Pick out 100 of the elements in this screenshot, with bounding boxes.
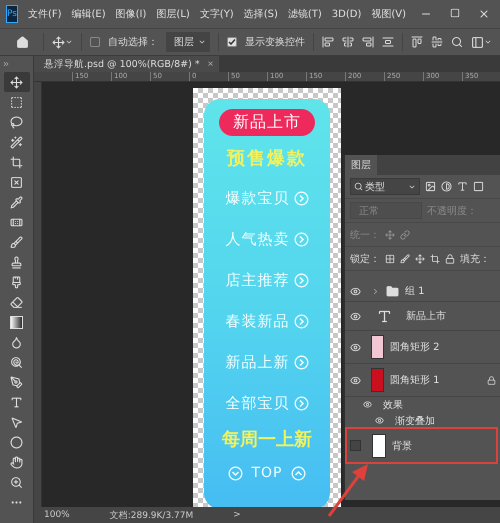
menu-item[interactable]: 3D(D) — [332, 8, 362, 20]
pen-icon[interactable] — [10, 376, 23, 388]
layer-row[interactable]: 组 1 — [345, 281, 500, 302]
status-arrow[interactable]: > — [233, 510, 241, 520]
layer-name: 渐变叠加 — [395, 414, 435, 428]
type-icon[interactable] — [10, 396, 23, 408]
move-icon[interactable] — [52, 36, 65, 48]
maximize-icon[interactable] — [450, 8, 460, 18]
brush-icon[interactable] — [10, 236, 23, 248]
expand-caret-icon[interactable] — [371, 286, 380, 296]
lock-paint-icon[interactable] — [400, 254, 410, 264]
auto-select-checkbox[interactable] — [90, 37, 100, 47]
move-icon[interactable] — [10, 76, 23, 88]
layer-row[interactable]: 圆角矩形 1 — [345, 364, 500, 397]
visibility-toggle[interactable] — [350, 440, 361, 451]
show-transform-checkbox[interactable] — [227, 37, 237, 47]
text-layer-icon — [377, 308, 392, 324]
image-filter-icon[interactable] — [425, 181, 436, 192]
frame-icon[interactable] — [10, 176, 23, 188]
folder-icon — [386, 284, 399, 298]
app-logo: Ps — [6, 5, 18, 23]
crop-icon[interactable] — [10, 156, 23, 168]
panel-icon[interactable] — [471, 36, 484, 48]
down-circle-icon — [228, 466, 244, 480]
distribute-button[interactable] — [382, 36, 394, 48]
lasso-icon[interactable] — [10, 116, 23, 128]
move-tool-button[interactable] — [52, 36, 73, 48]
stamp-icon[interactable] — [10, 256, 23, 268]
zoom-level: 100% — [44, 510, 70, 520]
menu-item[interactable]: 文件(F) — [28, 7, 62, 21]
eraser-icon[interactable] — [10, 296, 23, 308]
bandage-icon[interactable] — [10, 216, 23, 228]
type-filter-icon[interactable] — [457, 181, 468, 192]
search-icon[interactable] — [354, 182, 363, 191]
menu-item[interactable]: 文字(Y) — [200, 7, 234, 21]
caret-icon[interactable] — [198, 38, 206, 46]
chevron-circle-icon — [294, 396, 308, 411]
hand-icon[interactable] — [10, 456, 23, 468]
wand-icon[interactable] — [10, 136, 23, 148]
pointer-icon[interactable] — [10, 416, 23, 428]
home-button[interactable] — [16, 36, 29, 48]
fill-label: 填充： — [460, 252, 490, 266]
layer-name: 圆角矩形 2 — [390, 341, 440, 354]
close-icon[interactable] — [478, 8, 490, 20]
adjustment-filter-icon[interactable] — [441, 181, 452, 192]
filter-field[interactable]: 类型 — [350, 178, 420, 195]
lock-move-icon[interactable] — [415, 254, 425, 264]
move-tool-button[interactable] — [4, 72, 30, 92]
caret-icon[interactable] — [484, 38, 492, 46]
unify-link-icon[interactable] — [400, 230, 410, 240]
layer-row[interactable]: 背景 — [345, 429, 500, 463]
shape-filter-icon[interactable] — [473, 181, 484, 192]
layer-name: 背景 — [392, 440, 412, 452]
lollipop-icon[interactable] — [10, 356, 23, 368]
gradient-icon[interactable] — [10, 316, 23, 328]
align-center-button[interactable] — [342, 36, 354, 48]
panel-tab[interactable]: 图层 — [345, 155, 377, 175]
nav-heading: 预售爆款 — [227, 147, 307, 170]
align-left-button[interactable] — [322, 36, 334, 48]
menu-item[interactable]: 选择(S) — [244, 7, 278, 21]
layer-name: 组 1 — [405, 285, 425, 298]
brush-icon[interactable] — [10, 276, 23, 288]
tab-close-button[interactable]: × — [208, 58, 214, 70]
effect-row[interactable]: 渐变叠加 — [345, 413, 500, 429]
layer-row[interactable]: 圆角矩形 2 — [345, 331, 500, 364]
layer-row[interactable]: 新品上市 — [345, 302, 500, 331]
expand-icon[interactable] — [2, 60, 10, 68]
layer-name: 新品上市 — [406, 310, 446, 323]
lock-all-icon[interactable] — [445, 254, 455, 264]
new-arrivals-badge: 新品上市 — [219, 109, 315, 136]
document-tab[interactable]: 悬浮导航.psd @ 100%(RGB/8#) * × — [34, 56, 220, 72]
chevron-circle-icon — [294, 191, 308, 206]
ellipse-icon[interactable] — [10, 436, 23, 448]
menu-item[interactable]: 视图(V) — [371, 7, 406, 21]
align-top-button[interactable] — [411, 36, 423, 48]
up-circle-icon — [290, 466, 306, 480]
lock-artboard-icon[interactable] — [430, 254, 440, 264]
search-button[interactable] — [451, 36, 463, 48]
target-dropdown[interactable]: 图层 — [166, 32, 210, 52]
menu-item[interactable]: 图层(L) — [156, 7, 190, 21]
menu-item[interactable]: 图像(I) — [116, 7, 146, 21]
checkbox-label: 显示变换控件 — [245, 36, 305, 49]
nav-footer: 每周一上新 — [222, 427, 312, 451]
droplet-icon[interactable] — [10, 336, 23, 348]
chevron-circle-icon — [294, 314, 308, 329]
document-info: 文档:289.9K/3.77M — [110, 510, 194, 522]
chevron-circle-icon — [294, 232, 308, 247]
align-middle-button[interactable] — [431, 36, 443, 48]
caret-icon[interactable] — [65, 38, 73, 46]
unify-position-icon[interactable] — [385, 230, 395, 240]
workspace-button[interactable] — [471, 36, 492, 48]
effect-row[interactable]: 效果 — [345, 397, 500, 413]
menu-item[interactable]: 编辑(E) — [72, 7, 106, 21]
align-right-button[interactable] — [362, 36, 374, 48]
eyedropper-icon[interactable] — [10, 196, 23, 208]
marquee-icon[interactable] — [10, 96, 23, 108]
lock-pixels-icon[interactable] — [385, 254, 395, 264]
menu-item[interactable]: 滤镜(T) — [288, 7, 322, 21]
layer-name: 圆角矩形 1 — [390, 374, 440, 387]
zoom-icon[interactable] — [10, 476, 23, 488]
